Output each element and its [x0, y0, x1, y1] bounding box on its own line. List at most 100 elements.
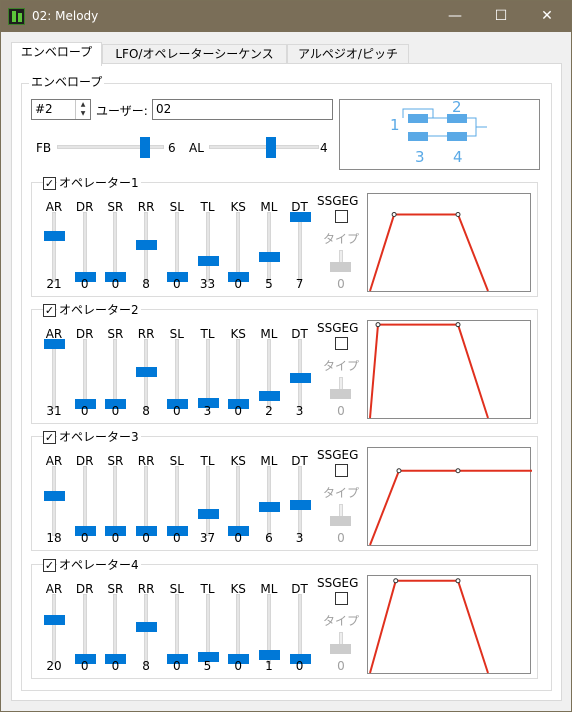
sr-value: 0 — [111, 277, 120, 291]
ssgeg-type-value: 0 — [337, 277, 345, 291]
preset-spinbox[interactable]: #2 ▲ ▼ — [31, 99, 91, 120]
ar-slider-thumb[interactable] — [44, 491, 65, 502]
ssgeg-type-value: 0 — [337, 659, 345, 673]
tl-slider-thumb[interactable] — [197, 256, 219, 267]
ar-slider-track — [52, 212, 56, 282]
ssgeg-type-slider-thumb — [330, 389, 351, 399]
preset-value: #2 — [35, 102, 53, 116]
ssgeg-type-slider-thumb — [330, 262, 351, 272]
fb-slider-thumb[interactable] — [140, 137, 151, 158]
tl-slider-thumb[interactable] — [197, 508, 219, 519]
rr-value: 0 — [142, 531, 150, 545]
ssgeg-type-slider-thumb — [330, 644, 351, 654]
title-bar[interactable]: 02: Melody — ☐ ✕ — [1, 1, 571, 32]
ar-slider-track — [52, 339, 56, 409]
dt-slider-thumb[interactable] — [289, 212, 311, 222]
dt-slider-thumb[interactable] — [289, 500, 311, 511]
envelope-curve — [369, 469, 532, 546]
dt-value: 7 — [295, 277, 304, 291]
dr-value: 0 — [80, 404, 89, 418]
rr-slider-thumb[interactable] — [136, 622, 158, 632]
decay-point-handle[interactable] — [455, 578, 461, 584]
tab-arpeggio-pitch[interactable]: アルペジオ/ピッチ — [287, 44, 409, 65]
envelope-curve — [369, 323, 489, 419]
al-value: 4 — [320, 141, 328, 155]
tl-value: 5 — [203, 659, 212, 673]
decay-point-handle[interactable] — [455, 468, 461, 474]
ml-slider-thumb[interactable] — [258, 502, 280, 512]
rr-slider-thumb[interactable] — [136, 367, 158, 377]
ml-slider-track — [266, 212, 271, 282]
ar-slider-thumb[interactable] — [44, 339, 65, 349]
ssgeg-type-value: 0 — [337, 531, 345, 545]
attack-point-handle[interactable] — [393, 578, 399, 584]
al-slider-thumb[interactable] — [266, 137, 277, 158]
ssgeg-checkbox[interactable] — [335, 337, 348, 350]
attack-point-handle[interactable] — [391, 212, 397, 218]
maximize-button[interactable]: ☐ — [478, 1, 524, 32]
algorithm-label-3: 3 — [415, 148, 425, 166]
sr-value: 0 — [111, 404, 120, 418]
tab-lfo-operator-sequence[interactable]: LFO/オペレーターシーケンス — [102, 44, 287, 65]
algorithm-label-2: 2 — [452, 100, 462, 116]
algorithm-label-1: 1 — [390, 116, 400, 134]
decay-point-handle[interactable] — [455, 322, 461, 328]
ssgeg-type-value: 0 — [337, 404, 345, 418]
tl-slider-track — [205, 212, 210, 282]
rr-slider-thumb[interactable] — [136, 240, 158, 250]
ssgeg-checkbox[interactable] — [335, 592, 348, 605]
fb-value: 6 — [168, 141, 176, 155]
ssgeg-type-label: タイプ — [323, 232, 360, 246]
ar-slider-thumb[interactable] — [44, 615, 65, 626]
envelope-group-title: エンベロープ — [29, 75, 105, 89]
operator-3-checkbox[interactable]: ✓ — [43, 431, 56, 444]
operator-4-label: オペレーター4 — [57, 558, 141, 572]
spin-up-icon[interactable]: ▲ — [76, 100, 90, 109]
algorithm-label-4: 4 — [453, 148, 463, 166]
spin-down-icon[interactable]: ▼ — [76, 109, 90, 118]
minimize-button[interactable]: — — [432, 1, 478, 32]
operator-3-envelope-graph — [367, 447, 532, 546]
operator-1-checkbox[interactable]: ✓ — [43, 177, 56, 190]
sl-value: 0 — [172, 277, 181, 291]
close-button[interactable]: ✕ — [524, 1, 570, 32]
sl-value: 0 — [172, 404, 181, 418]
ml-slider-thumb[interactable] — [258, 252, 280, 262]
operator-4-envelope-graph — [367, 575, 531, 674]
operator-1-envelope-graph — [367, 193, 531, 292]
al-label: AL — [189, 141, 204, 155]
ssgeg-checkbox[interactable] — [335, 210, 348, 223]
ssgeg-type-label: タイプ — [323, 359, 360, 373]
ks-value: 0 — [234, 659, 242, 673]
tl-value: 37 — [199, 531, 216, 545]
app-icon — [8, 8, 25, 25]
envelope-curve — [369, 579, 489, 674]
attack-point-handle[interactable] — [396, 468, 402, 474]
algorithm-op1-block — [408, 114, 428, 123]
dr-value: 0 — [80, 531, 89, 545]
sl-value: 0 — [172, 531, 181, 545]
ar-value: 21 — [46, 277, 62, 291]
operator-1-label: オペレーター1 — [57, 176, 141, 190]
tl-value: 33 — [199, 277, 216, 291]
user-name-input[interactable]: 02 — [152, 99, 333, 120]
tab-envelope[interactable]: エンベロープ — [11, 42, 102, 66]
ssgeg-checkbox[interactable] — [335, 464, 348, 477]
operator-4-checkbox[interactable]: ✓ — [43, 559, 56, 572]
algorithm-op4-block — [447, 132, 467, 141]
decay-point-handle[interactable] — [455, 212, 461, 218]
algorithm-diagram: 1 2 3 4 — [339, 98, 540, 170]
operator-2-checkbox[interactable]: ✓ — [43, 304, 56, 317]
ar-value: 31 — [46, 404, 62, 418]
ml-value: 1 — [265, 659, 273, 673]
window-title: 02: Melody — [32, 9, 99, 23]
tl-value: 3 — [203, 404, 212, 418]
ar-slider-thumb[interactable] — [44, 231, 65, 242]
dt-slider-track — [297, 212, 302, 282]
attack-point-handle[interactable] — [375, 322, 381, 328]
rr-value: 8 — [142, 659, 150, 673]
ml-slider-thumb[interactable] — [258, 391, 280, 401]
dr-value: 0 — [80, 659, 89, 673]
dt-slider-thumb[interactable] — [289, 373, 311, 384]
ssgeg-label: SSGEG — [317, 448, 359, 462]
